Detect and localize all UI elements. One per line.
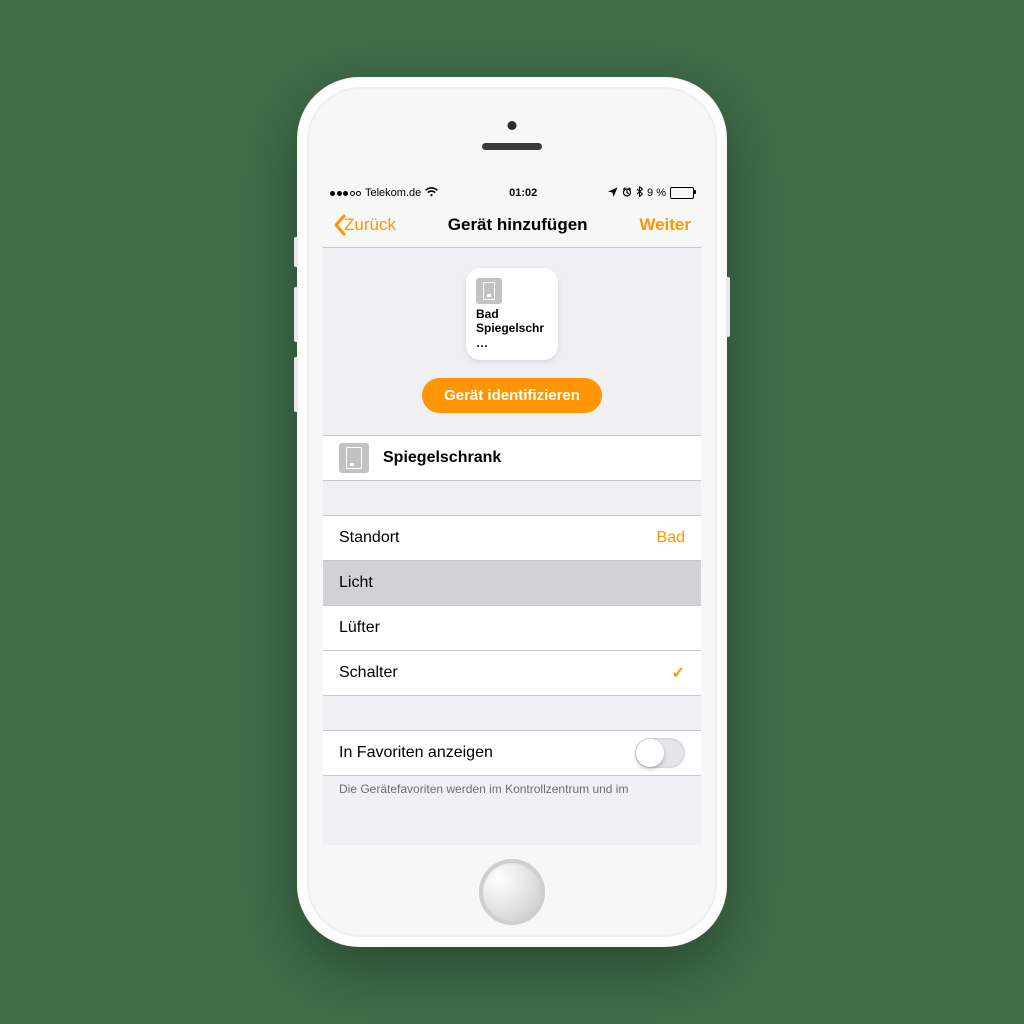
settings-group: Standort Bad Licht Lüfter Schalter ✓ xyxy=(323,515,701,696)
status-left: Telekom.de xyxy=(330,187,438,200)
device-name-row-group: Spiegelschrank xyxy=(323,435,701,481)
volume-up-button xyxy=(294,287,298,342)
switch-icon xyxy=(476,278,502,304)
page-title: Gerät hinzufügen xyxy=(448,215,588,235)
back-button[interactable]: Zurück xyxy=(333,214,396,236)
favorites-toggle[interactable] xyxy=(635,738,685,768)
phone-frame: Telekom.de 01:02 9 % xyxy=(297,77,727,947)
device-name-label: Spiegelschrank xyxy=(383,449,685,467)
status-bar: Telekom.de 01:02 9 % xyxy=(323,183,701,203)
switch-icon xyxy=(339,443,369,473)
location-icon xyxy=(608,187,618,200)
battery-icon xyxy=(670,187,694,199)
device-tile-label: BadSpiegelschr… xyxy=(476,307,548,350)
device-tile-section: BadSpiegelschr… Gerät identifizieren xyxy=(323,248,701,435)
device-name-row[interactable]: Spiegelschrank xyxy=(323,436,701,480)
favorites-footnote: Die Gerätefavoriten werden im Kontrollze… xyxy=(323,776,701,796)
location-label: Standort xyxy=(339,529,643,547)
device-tile[interactable]: BadSpiegelschr… xyxy=(466,268,558,360)
battery-percent: 9 % xyxy=(647,187,666,199)
favorites-row: In Favoriten anzeigen xyxy=(323,731,701,775)
status-time: 01:02 xyxy=(509,187,537,199)
home-button[interactable] xyxy=(479,859,545,925)
mute-switch xyxy=(294,237,298,267)
type-option-luefter[interactable]: Lüfter xyxy=(323,606,701,651)
back-label: Zurück xyxy=(344,215,396,235)
favorites-group: In Favoriten anzeigen xyxy=(323,730,701,776)
checkmark-icon: ✓ xyxy=(672,663,685,683)
front-camera xyxy=(508,121,517,130)
signal-strength-icon xyxy=(330,191,361,196)
status-right: 9 % xyxy=(608,186,694,200)
identify-device-button[interactable]: Gerät identifizieren xyxy=(422,378,602,413)
type-option-licht[interactable]: Licht xyxy=(323,561,701,606)
volume-down-button xyxy=(294,357,298,412)
earpiece-speaker xyxy=(482,143,542,150)
alarm-icon xyxy=(622,187,632,200)
screen: Telekom.de 01:02 9 % xyxy=(323,183,701,845)
location-value: Bad xyxy=(657,529,685,547)
next-button[interactable]: Weiter xyxy=(639,215,691,235)
location-row[interactable]: Standort Bad xyxy=(323,516,701,561)
content-area: BadSpiegelschr… Gerät identifizieren Spi… xyxy=(323,248,701,845)
wifi-icon xyxy=(425,187,438,200)
type-option-schalter[interactable]: Schalter ✓ xyxy=(323,651,701,695)
bluetooth-icon xyxy=(636,186,643,200)
carrier-label: Telekom.de xyxy=(365,187,421,199)
phone-bezel: Telekom.de 01:02 9 % xyxy=(307,87,717,937)
favorites-label: In Favoriten anzeigen xyxy=(339,744,621,762)
nav-bar: Zurück Gerät hinzufügen Weiter xyxy=(323,203,701,248)
power-button xyxy=(726,277,730,337)
